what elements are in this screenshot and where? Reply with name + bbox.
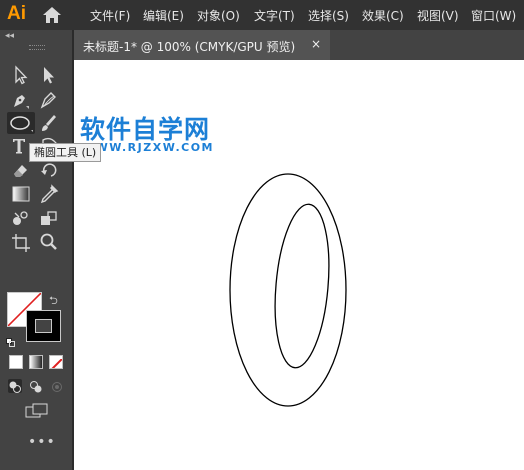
document-tab-title: 未标题-1* @ 100% (CMYK/GPU 预览) [83, 40, 296, 54]
blend-tool-icon[interactable] [10, 208, 32, 228]
draw-normal-icon[interactable] [8, 379, 22, 393]
menu-view[interactable]: 视图(V) [417, 7, 459, 24]
close-icon[interactable]: × [311, 37, 321, 51]
collapse-panel-icon[interactable]: ◂◂ [5, 31, 14, 41]
selection-tool-icon[interactable] [10, 65, 32, 85]
draw-behind-icon[interactable] [29, 379, 43, 393]
tool-tooltip: 椭圆工具 (L) [29, 143, 102, 162]
artboard[interactable]: 软件自学网 WWW.RJZXW.COM [74, 60, 524, 470]
curvature-tool-icon[interactable] [38, 90, 60, 110]
ellipse-tool-icon[interactable] [7, 112, 35, 134]
watermark-url: WWW.RJZXW.COM [82, 141, 214, 154]
menu-bar: Ai 文件(F) 编辑(E) 对象(O) 文字(T) 选择(S) 效果(C) 视… [0, 0, 524, 30]
direct-selection-tool-icon[interactable] [38, 65, 60, 85]
menu-effect[interactable]: 效果(C) [362, 7, 404, 24]
rotate-tool-icon[interactable] [38, 160, 60, 180]
pen-tool-icon[interactable] [10, 90, 32, 110]
tools-panel: ◂◂ ⮌ ••• [0, 30, 72, 470]
default-fill-stroke-icon[interactable] [6, 332, 15, 347]
live-paint-bucket-icon[interactable] [38, 208, 60, 228]
app-logo: Ai [7, 3, 26, 24]
swap-fill-stroke-icon[interactable]: ⮌ [49, 292, 58, 311]
paintbrush-tool-icon[interactable] [38, 113, 60, 133]
outer-ellipse[interactable] [229, 173, 347, 407]
panel-grip[interactable] [29, 45, 45, 50]
more-tools-icon[interactable]: ••• [28, 434, 56, 450]
artboard-tool-icon[interactable] [10, 232, 32, 252]
menu-file[interactable]: 文件(F) [90, 7, 130, 24]
menu-type[interactable]: 文字(T) [254, 7, 295, 24]
eyedropper-tool-icon[interactable] [38, 184, 60, 204]
draw-inside-icon[interactable] [50, 379, 64, 393]
menu-window[interactable]: 窗口(W) [471, 7, 516, 24]
menu-object[interactable]: 对象(O) [197, 7, 240, 24]
menu-edit[interactable]: 编辑(E) [143, 7, 184, 24]
home-icon[interactable] [42, 6, 62, 24]
eraser-tool-icon[interactable] [10, 160, 32, 180]
inner-ellipse[interactable] [269, 202, 335, 370]
zoom-tool-icon[interactable] [38, 232, 60, 252]
gradient-mode-button[interactable] [29, 355, 43, 369]
menu-select[interactable]: 选择(S) [308, 7, 349, 24]
screen-mode-icon[interactable] [25, 403, 49, 419]
stroke-swatch[interactable] [26, 310, 61, 342]
document-tab[interactable]: 未标题-1* @ 100% (CMYK/GPU 预览) × [74, 30, 330, 60]
none-mode-button[interactable] [49, 355, 63, 369]
gradient-tool-icon[interactable] [10, 184, 32, 204]
color-mode-button[interactable] [9, 355, 23, 369]
